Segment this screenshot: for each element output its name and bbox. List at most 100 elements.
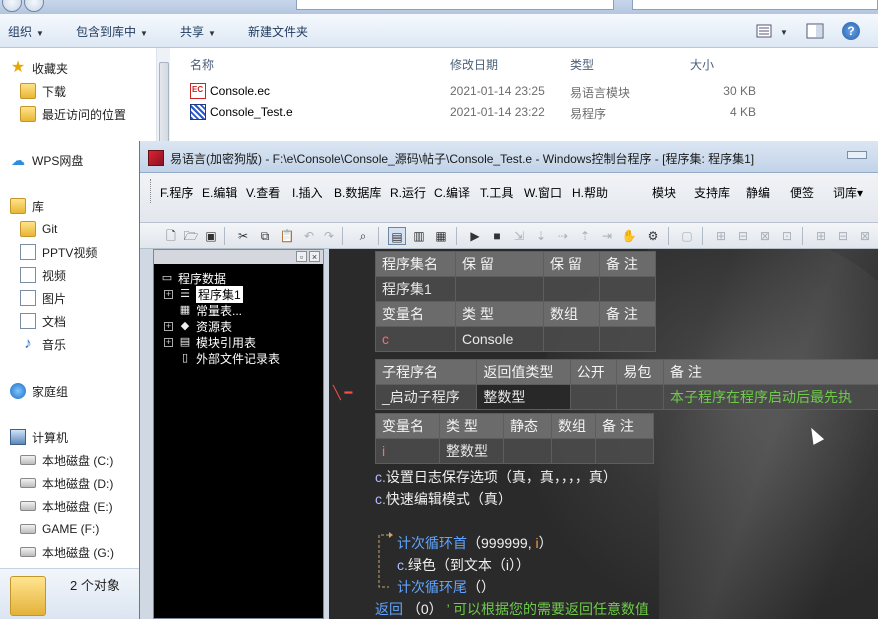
- align-left-icon[interactable]: ⊞: [712, 227, 730, 245]
- menu-program[interactable]: F.程序: [160, 184, 193, 201]
- nav-drive-e[interactable]: 本地磁盘 (E:): [20, 496, 113, 516]
- nav-homegroup[interactable]: 家庭组: [10, 381, 68, 401]
- table-cell[interactable]: [455, 276, 544, 302]
- code-line[interactable]: c.绿色（到文本（i））: [397, 555, 530, 575]
- align-center-icon[interactable]: ⊟: [734, 227, 752, 245]
- layout-1-icon[interactable]: ▤: [388, 227, 406, 245]
- open-folder-icon[interactable]: 🗁: [182, 227, 200, 245]
- view-dropdown-icon[interactable]: ▼: [776, 24, 788, 38]
- column-size[interactable]: 大小: [690, 56, 714, 73]
- local-type-cell[interactable]: 整数型: [439, 438, 504, 464]
- nav-drive-c[interactable]: 本地磁盘 (C:): [20, 450, 113, 470]
- undo-icon[interactable]: ↶: [300, 227, 318, 245]
- menu-help[interactable]: H.帮助: [572, 184, 608, 201]
- local-name-cell[interactable]: i: [375, 438, 440, 464]
- nav-drive-d[interactable]: 本地磁盘 (D:): [20, 473, 113, 493]
- cut-icon[interactable]: ✂: [234, 227, 252, 245]
- variable-type-cell[interactable]: Console: [455, 326, 544, 352]
- file-row[interactable]: Console_Test.e 2021-01-14 23:22 易程序 4 KB: [186, 102, 786, 122]
- table-cell[interactable]: [569, 384, 618, 410]
- run-icon[interactable]: ▶: [466, 227, 484, 245]
- column-date[interactable]: 修改日期: [450, 56, 498, 73]
- forward-button[interactable]: [24, 0, 44, 12]
- address-bar[interactable]: [296, 0, 614, 10]
- save-icon[interactable]: ▣: [202, 227, 220, 245]
- nav-pptv[interactable]: PPTV视频: [20, 242, 97, 262]
- nav-computer[interactable]: 计算机: [10, 427, 68, 447]
- back-button[interactable]: [2, 0, 22, 12]
- run-to-cursor-icon[interactable]: ⇥: [598, 227, 616, 245]
- nav-music[interactable]: ♪ 音乐: [20, 334, 66, 354]
- menu-compile[interactable]: C.编译: [434, 184, 470, 201]
- layout-2-icon[interactable]: ▥: [410, 227, 428, 245]
- nav-favorites[interactable]: ★ 收藏夹: [10, 58, 68, 78]
- menu-lexicon[interactable]: 词库▾: [833, 184, 863, 201]
- file-row[interactable]: Console.ec 2021-01-14 23:25 易语言模块 30 KB: [186, 81, 786, 101]
- hand-icon[interactable]: ✋: [620, 227, 638, 245]
- step-out-icon[interactable]: ⇡: [576, 227, 594, 245]
- align-top-icon[interactable]: ⊡: [778, 227, 796, 245]
- tree-root[interactable]: ▭ 程序数据: [160, 270, 226, 286]
- table-cell[interactable]: [503, 438, 552, 464]
- nav-drive-f[interactable]: GAME (F:): [20, 519, 99, 539]
- find-icon[interactable]: ⌕: [354, 227, 372, 245]
- minimize-button[interactable]: [847, 151, 867, 159]
- return-type-cell[interactable]: 整数型: [476, 384, 571, 410]
- include-in-library-button[interactable]: 包含到库中 ▼: [76, 23, 148, 40]
- expand-icon[interactable]: +: [164, 337, 173, 347]
- expand-icon[interactable]: +: [164, 289, 173, 299]
- preview-pane-icon[interactable]: [806, 23, 824, 39]
- menu-tools[interactable]: T.工具: [480, 184, 513, 201]
- tree-item-constants[interactable]: ▦ 常量表...: [178, 302, 242, 318]
- nav-drive-g[interactable]: 本地磁盘 (G:): [20, 542, 114, 562]
- step-into-icon[interactable]: ⇣: [532, 227, 550, 245]
- panel-restore-icon[interactable]: ▫: [296, 251, 307, 262]
- subroutine-name-cell[interactable]: _启动子程序: [374, 384, 478, 410]
- menu-database[interactable]: B.数据库: [334, 184, 381, 201]
- nav-recent-places[interactable]: 最近访问的位置: [20, 104, 126, 124]
- layout-3-icon[interactable]: ▦: [432, 227, 450, 245]
- variable-name-cell[interactable]: c: [375, 326, 456, 352]
- column-name[interactable]: 名称: [190, 56, 214, 73]
- stop-icon[interactable]: ■: [488, 227, 506, 245]
- menu-support-library[interactable]: 支持库: [694, 184, 730, 201]
- ide-title-bar[interactable]: 易语言(加密狗版) - F:\e\Console\Console_源码\帖子\C…: [140, 141, 878, 173]
- tree-item-external-files[interactable]: ▯ 外部文件记录表: [178, 350, 280, 366]
- table-cell[interactable]: [599, 276, 656, 302]
- new-file-icon[interactable]: 🗋: [162, 227, 180, 245]
- align-right-icon[interactable]: ⊠: [756, 227, 774, 245]
- same-width-icon[interactable]: ⊞: [812, 227, 830, 245]
- table-cell[interactable]: [543, 276, 600, 302]
- nav-downloads[interactable]: 下载: [20, 81, 66, 101]
- window-icon[interactable]: ▢: [678, 227, 696, 245]
- menu-insert[interactable]: I.插入: [292, 184, 323, 201]
- code-line[interactable]: 计次循环首（999999, i）: [397, 533, 553, 553]
- menu-module[interactable]: 模块: [652, 184, 676, 201]
- code-line[interactable]: 计次循环尾（）: [397, 577, 495, 597]
- nav-git[interactable]: Git: [20, 219, 57, 239]
- organize-button[interactable]: 组织 ▼: [8, 23, 44, 40]
- menu-notes[interactable]: 便签: [790, 184, 814, 201]
- nav-pictures[interactable]: 图片: [20, 288, 66, 308]
- nav-videos[interactable]: 视频: [20, 265, 66, 285]
- code-line[interactable]: c.设置日志保存选项（真，真，，，，真）: [375, 467, 617, 487]
- menu-view[interactable]: V.查看: [246, 184, 280, 201]
- share-button[interactable]: 共享 ▼: [180, 23, 216, 40]
- breakpoint-marker-icon[interactable]: ╲ ━: [333, 385, 352, 401]
- table-cell[interactable]: [551, 438, 596, 464]
- tree-item-resources[interactable]: + ◆ 资源表: [164, 318, 232, 334]
- debug-icon[interactable]: ⚙: [644, 227, 662, 245]
- redo-icon[interactable]: ↷: [320, 227, 338, 245]
- nav-documents[interactable]: 文档: [20, 311, 66, 331]
- menu-static-compile[interactable]: 静编: [746, 184, 770, 201]
- panel-close-icon[interactable]: ×: [309, 251, 320, 262]
- step-icon[interactable]: ⇲: [510, 227, 528, 245]
- tree-item-module-refs[interactable]: + ▤ 模块引用表: [164, 334, 256, 350]
- code-line[interactable]: 返回 （0） ’ 可以根据您的需要返回任意数值: [375, 599, 649, 619]
- code-line[interactable]: c.快速编辑模式（真）: [375, 489, 512, 509]
- paste-icon[interactable]: 📋: [278, 227, 296, 245]
- table-cell[interactable]: [543, 326, 600, 352]
- menu-window[interactable]: W.窗口: [524, 184, 562, 201]
- nav-wps-drive[interactable]: ☁ WPS网盘: [10, 150, 83, 170]
- search-box[interactable]: [632, 0, 878, 10]
